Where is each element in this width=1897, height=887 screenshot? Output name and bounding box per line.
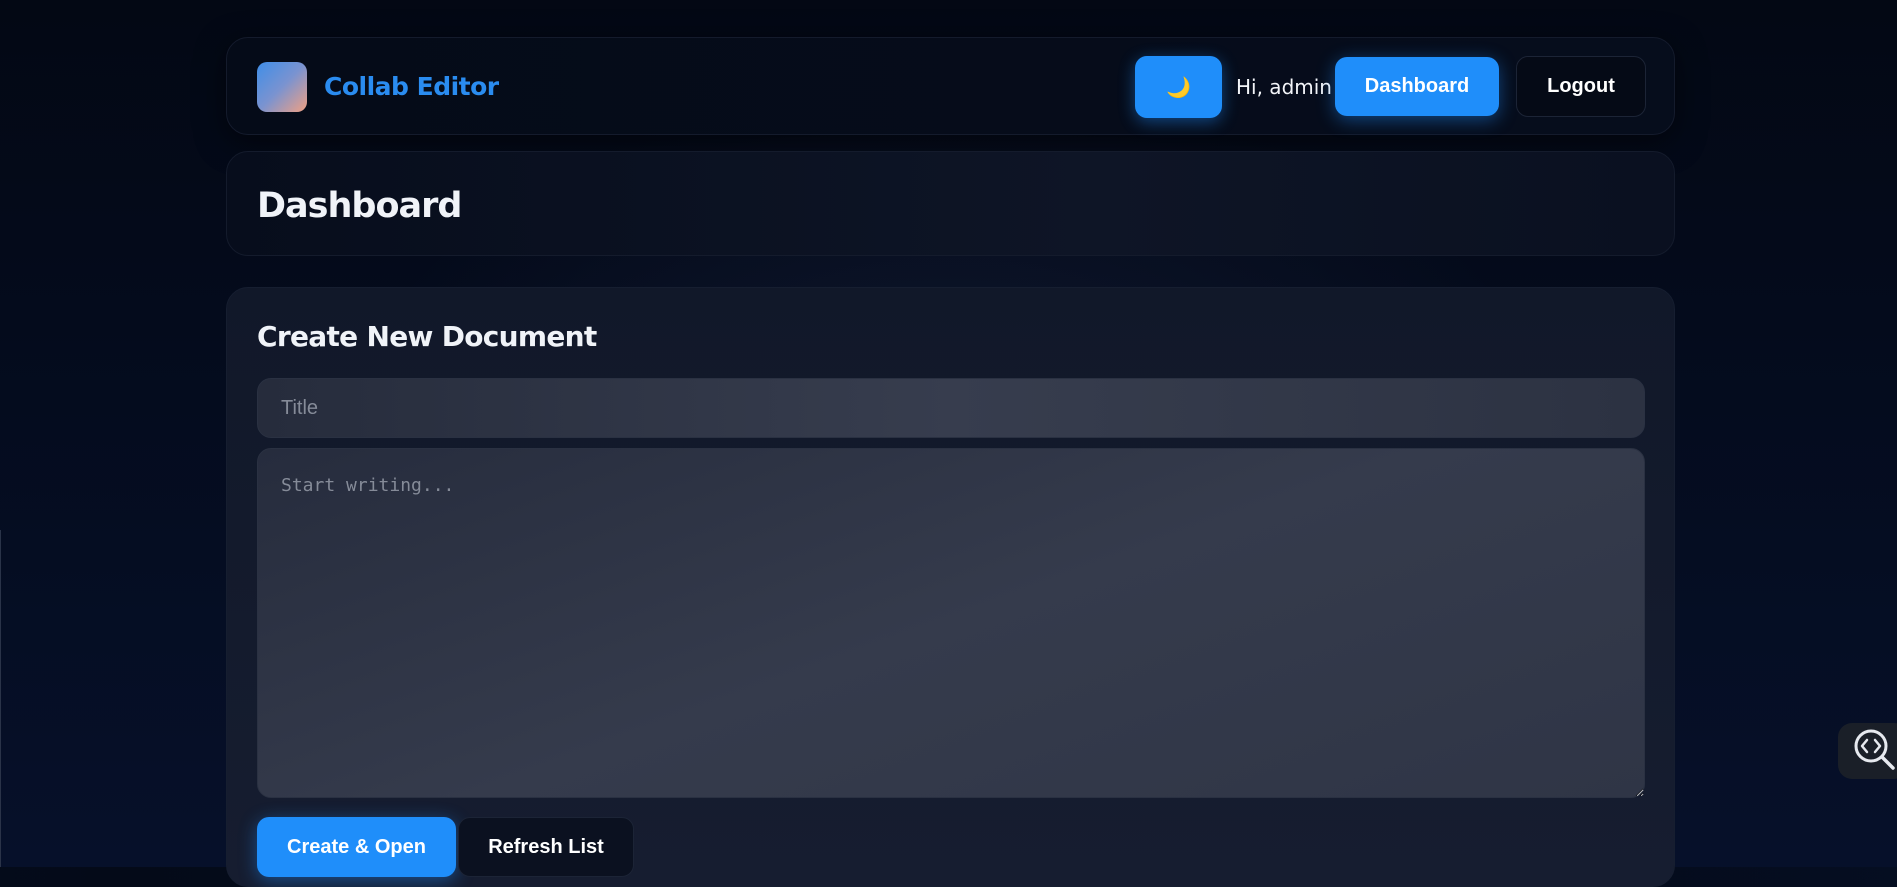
- moon-icon: 🌙: [1166, 76, 1191, 99]
- refresh-list-button[interactable]: Refresh List: [458, 817, 634, 877]
- app-header: Collab Editor 🌙 Hi, admin Dashboard Logo…: [226, 37, 1675, 135]
- app-logo: [257, 62, 307, 112]
- page-title: Dashboard: [257, 186, 462, 226]
- create-open-button[interactable]: Create & Open: [257, 817, 456, 877]
- inspect-code-button[interactable]: [1838, 723, 1897, 779]
- user-greeting: Hi, admin: [1236, 75, 1332, 99]
- dashboard-button[interactable]: Dashboard: [1335, 57, 1499, 116]
- logout-button[interactable]: Logout: [1516, 56, 1646, 117]
- create-document-card: Create New Document Create & Open Refres…: [226, 287, 1675, 887]
- title-input[interactable]: [257, 378, 1645, 438]
- brand-name[interactable]: Collab Editor: [324, 72, 499, 101]
- page-title-card: Dashboard: [226, 151, 1675, 256]
- edge-divider: [0, 530, 1, 867]
- theme-toggle-button[interactable]: 🌙: [1135, 56, 1222, 118]
- content-textarea[interactable]: [257, 448, 1645, 798]
- code-search-icon: [1852, 727, 1896, 776]
- create-section-title: Create New Document: [257, 320, 597, 353]
